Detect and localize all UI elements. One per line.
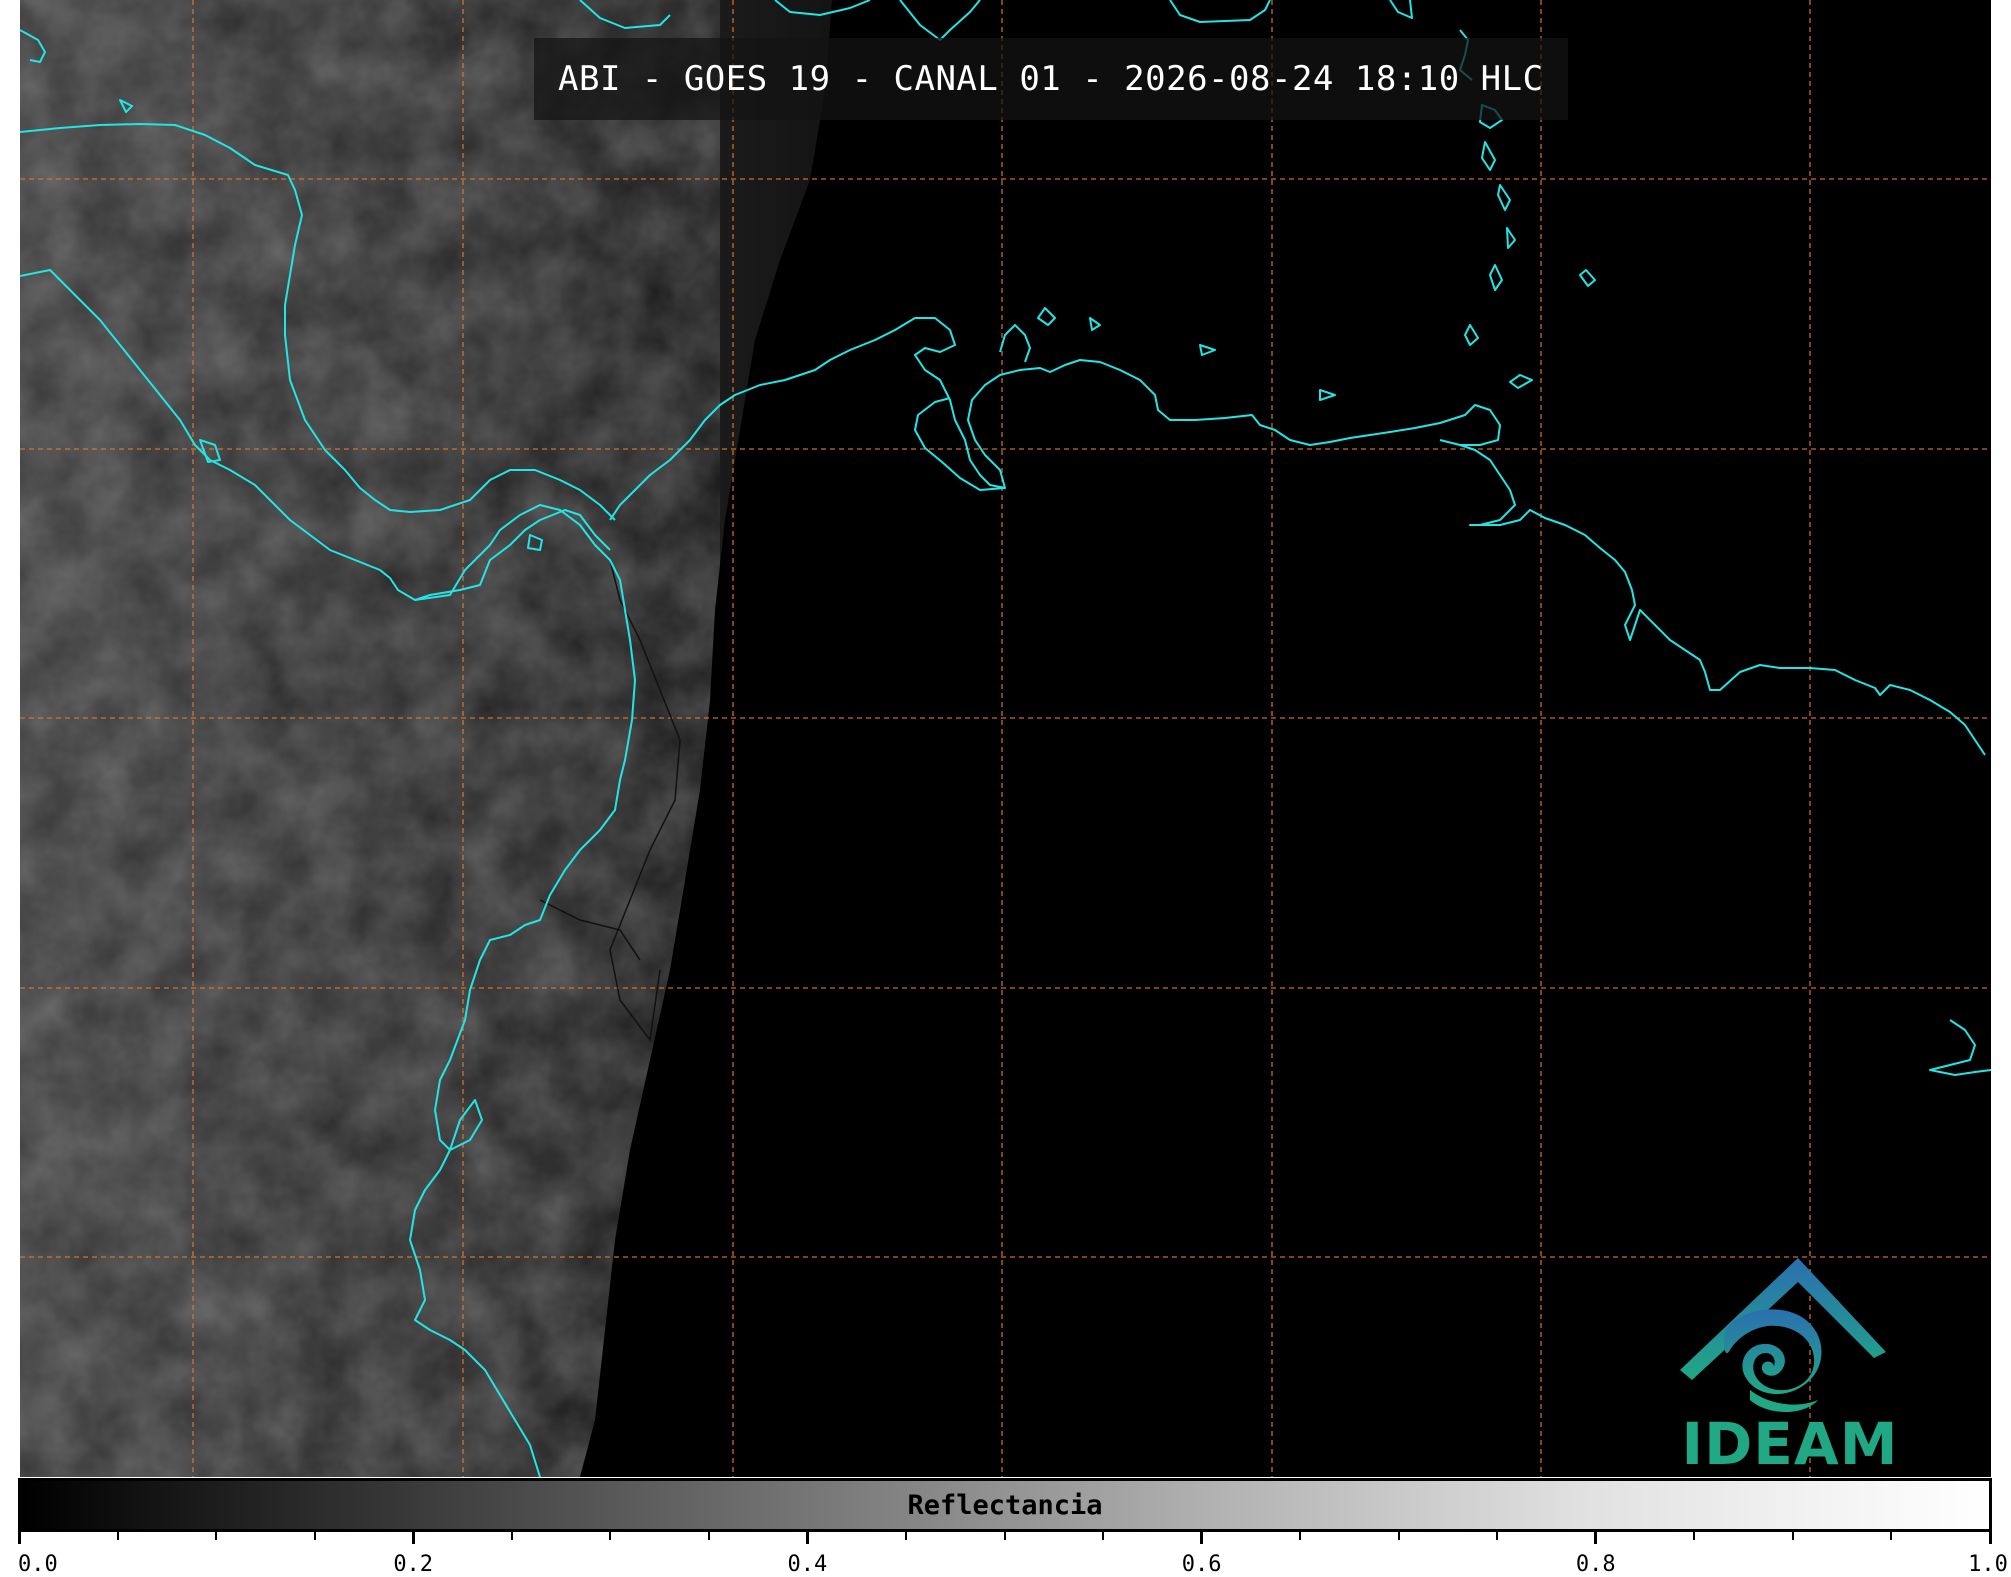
colorbar-tick-label: 0.4	[787, 1552, 828, 1577]
colorbar-label: Reflectancia	[907, 1489, 1103, 1521]
colorbar-minor-tick	[904, 1532, 907, 1540]
cloud-texture	[20, 0, 720, 1477]
colorbar-minor-tick	[1299, 1532, 1302, 1540]
colorbar-major-tick	[17, 1532, 21, 1544]
colorbar-minor-tick	[1397, 1532, 1400, 1540]
colorbar-major-tick	[411, 1532, 415, 1544]
colorbar-minor-tick	[1791, 1532, 1794, 1540]
colorbar-major-tick	[1200, 1532, 1204, 1544]
colorbar-minor-tick	[1890, 1532, 1893, 1540]
satellite-image-page: ABI - GOES 19 - CANAL 01 - 2026-08-24 18…	[0, 0, 2011, 1577]
colorbar-minor-tick	[116, 1532, 119, 1540]
colorbar-minor-tick	[1693, 1532, 1696, 1540]
colorbar-minor-tick	[313, 1532, 316, 1540]
colorbar-major-tick	[1988, 1532, 1992, 1544]
colorbar-axis: 0.0 0.2 0.4 0.6 0.8 1.0	[17, 1532, 2008, 1577]
logo-text: IDEAM	[1681, 1410, 1899, 1477]
image-title: ABI - GOES 19 - CANAL 01 - 2026-08-24 18…	[534, 38, 1568, 120]
colorbar-minor-tick	[510, 1532, 513, 1540]
colorbar-major-tick	[1594, 1532, 1598, 1544]
colorbar-minor-tick	[1003, 1532, 1006, 1540]
satellite-map: ABI - GOES 19 - CANAL 01 - 2026-08-24 18…	[20, 0, 1991, 1477]
colorbar-tick-label: 0.8	[1575, 1552, 1616, 1577]
colorbar-minor-tick	[1496, 1532, 1499, 1540]
ideam-logo: IDEAM	[1660, 1250, 1920, 1477]
reflectance-colorbar: Reflectancia	[18, 1478, 1992, 1532]
colorbar-minor-tick	[707, 1532, 710, 1540]
colorbar-minor-tick	[1102, 1532, 1105, 1540]
colorbar-tick-label: 0.6	[1181, 1552, 1222, 1577]
colorbar-major-tick	[805, 1532, 809, 1544]
colorbar-minor-tick	[609, 1532, 612, 1540]
colorbar-tick-label: 0.0	[18, 1552, 58, 1577]
colorbar-minor-tick	[215, 1532, 218, 1540]
ideam-logo-icon	[1680, 1258, 1886, 1412]
colorbar-tick-label: 1.0	[1968, 1552, 2008, 1577]
colorbar-tick-label: 0.2	[393, 1552, 434, 1577]
